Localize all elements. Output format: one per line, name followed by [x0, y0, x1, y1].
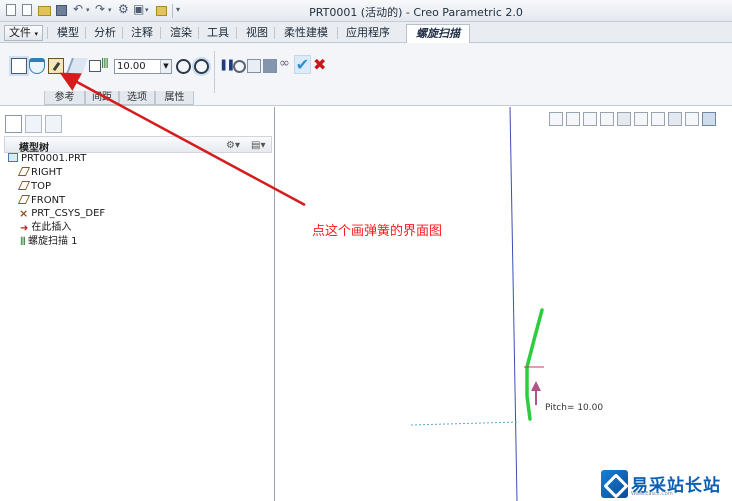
- tree-item-part[interactable]: PRT0001.PRT: [8, 153, 86, 166]
- remove-material-icon[interactable]: [66, 58, 88, 74]
- tree-item-right[interactable]: RIGHT: [17, 167, 62, 180]
- sketch-icon[interactable]: [48, 58, 64, 74]
- windows-dropdown-icon[interactable]: ▾: [145, 6, 149, 20]
- tab-separator: [236, 27, 237, 39]
- view-manager-icon[interactable]: [651, 112, 665, 126]
- left-handed-icon[interactable]: [176, 59, 191, 74]
- windows-icon[interactable]: ▣: [133, 2, 144, 16]
- preview-icon[interactable]: [247, 59, 261, 73]
- chevron-down-icon: ▾: [34, 30, 39, 38]
- glasses-icon[interactable]: ∞: [279, 56, 295, 72]
- redo-dropdown-icon[interactable]: ▾: [108, 6, 112, 20]
- zoom-in-icon[interactable]: [566, 112, 580, 126]
- folder-browser-tab-icon[interactable]: [25, 115, 42, 133]
- model-tree-title: 模型树: [19, 143, 49, 154]
- no-preview-icon[interactable]: [233, 60, 246, 73]
- datum-plane-icon: [17, 195, 31, 204]
- section-icon[interactable]: [668, 112, 682, 126]
- tab-render[interactable]: 渲染: [170, 25, 192, 42]
- thicken-icon[interactable]: [89, 60, 101, 72]
- ribbon-tabs: 文件 ▾ 模型 分析 注释 渲染 工具 视图 柔性建模 应用程序 螺旋扫描: [0, 22, 732, 44]
- part-icon: [8, 153, 18, 162]
- csys-icon: ⨯: [19, 207, 29, 220]
- pitch-label: Pitch= 10.00: [545, 403, 604, 413]
- tab-analysis[interactable]: 分析: [94, 25, 116, 42]
- refit-icon[interactable]: [549, 112, 563, 126]
- subtab-properties[interactable]: 属性: [155, 91, 194, 105]
- model-tree-header: 模型树 ⚙▾ ▤▾: [4, 136, 272, 154]
- toolbar-separator: [172, 4, 173, 18]
- tab-view[interactable]: 视图: [246, 25, 268, 42]
- tab-separator: [47, 27, 48, 39]
- customize-toolbar-icon[interactable]: ▾: [176, 5, 180, 19]
- tab-tools[interactable]: 工具: [207, 25, 229, 42]
- repaint-icon[interactable]: [600, 112, 614, 126]
- tab-helical-sweep[interactable]: 螺旋扫描: [406, 24, 470, 44]
- tree-settings-icon[interactable]: ⚙▾: [226, 140, 240, 151]
- close-window-icon[interactable]: [156, 6, 167, 16]
- subtab-options[interactable]: 选项: [119, 91, 155, 105]
- watermark-logo-icon: [601, 470, 628, 498]
- tab-flexible-modeling[interactable]: 柔性建模: [284, 25, 328, 42]
- display-style-icon[interactable]: [617, 112, 631, 126]
- verify-icon[interactable]: [263, 59, 277, 73]
- pitch-value-input[interactable]: 10.00 ▼: [114, 59, 172, 74]
- save-icon[interactable]: [56, 5, 67, 16]
- subtab-pitch[interactable]: 间距: [85, 91, 119, 105]
- helical-sweep-icon: ꟾꟾꟾ: [20, 238, 26, 248]
- new-file-icon[interactable]: [22, 4, 32, 16]
- tab-separator: [160, 27, 161, 39]
- zoom-out-icon[interactable]: [583, 112, 597, 126]
- file-menu-button[interactable]: 文件 ▾: [4, 25, 44, 41]
- tab-separator: [274, 27, 275, 39]
- regenerate-icon[interactable]: ⚙: [118, 2, 129, 16]
- redo-icon[interactable]: ↷: [95, 2, 105, 16]
- favorites-tab-icon[interactable]: [45, 115, 62, 133]
- saved-views-icon[interactable]: [634, 112, 648, 126]
- right-handed-icon[interactable]: [194, 59, 209, 74]
- tab-model[interactable]: 模型: [57, 25, 79, 42]
- confirm-check-icon[interactable]: ✔: [294, 55, 311, 74]
- tab-separator: [337, 27, 338, 39]
- tab-separator: [85, 27, 86, 39]
- watermark-subtext: Www.Easck.Com: [631, 491, 673, 497]
- cancel-x-icon[interactable]: ✖: [313, 55, 329, 74]
- tab-separator: [122, 27, 123, 39]
- datum-plane-icon: [17, 167, 31, 176]
- model-tree-tab-icon[interactable]: [5, 115, 22, 133]
- undo-icon[interactable]: ↶: [73, 2, 83, 16]
- title-bar: ↶ ▾ ↷ ▾ ⚙ ▣ ▾ ▾ PRT0001 (活动的) - Creo Par…: [0, 0, 732, 22]
- datum-display-icon[interactable]: [685, 112, 699, 126]
- tree-item-helical-sweep[interactable]: ꟾꟾꟾ 螺旋扫描 1: [20, 236, 78, 249]
- open-folder-icon[interactable]: [38, 6, 51, 16]
- tree-item-top[interactable]: TOP: [17, 181, 51, 194]
- tree-item-csys[interactable]: ⨯ PRT_CSYS_DEF: [19, 208, 105, 221]
- chevron-down-icon[interactable]: ▼: [160, 60, 171, 73]
- tab-annotate[interactable]: 注释: [131, 25, 153, 42]
- tab-separator: [198, 27, 199, 39]
- watermark: 易采站长站 Www.Easck.Com: [601, 470, 732, 501]
- tree-item-insert-here[interactable]: ➜ 在此插入: [20, 222, 71, 235]
- surface-icon[interactable]: [29, 58, 45, 74]
- solid-icon[interactable]: [11, 58, 27, 74]
- undo-dropdown-icon[interactable]: ▾: [86, 6, 90, 20]
- tree-show-icon[interactable]: ▤▾: [251, 140, 265, 151]
- annotation-text: 点这个画弹簧的界面图: [312, 224, 443, 239]
- helical-sweep-dashboard: ꟾꟾꟾ 10.00 ▼ ❚❚ ∞ ✔ ✖ 参考 间距 选项 属性: [0, 43, 732, 106]
- dashboard-separator: [214, 51, 215, 93]
- insert-here-icon: ➜: [20, 223, 29, 234]
- annotation-display-icon[interactable]: [702, 112, 716, 126]
- graphics-window[interactable]: [276, 107, 732, 501]
- app-icon: [6, 4, 16, 16]
- tab-applications[interactable]: 应用程序: [346, 25, 390, 42]
- subtab-references[interactable]: 参考: [44, 91, 85, 105]
- datum-plane-icon: [17, 181, 31, 190]
- navigator-panel: 模型树 ⚙▾ ▤▾ PRT0001.PRT RIGHT TOP FRONT ⨯ P…: [0, 107, 275, 501]
